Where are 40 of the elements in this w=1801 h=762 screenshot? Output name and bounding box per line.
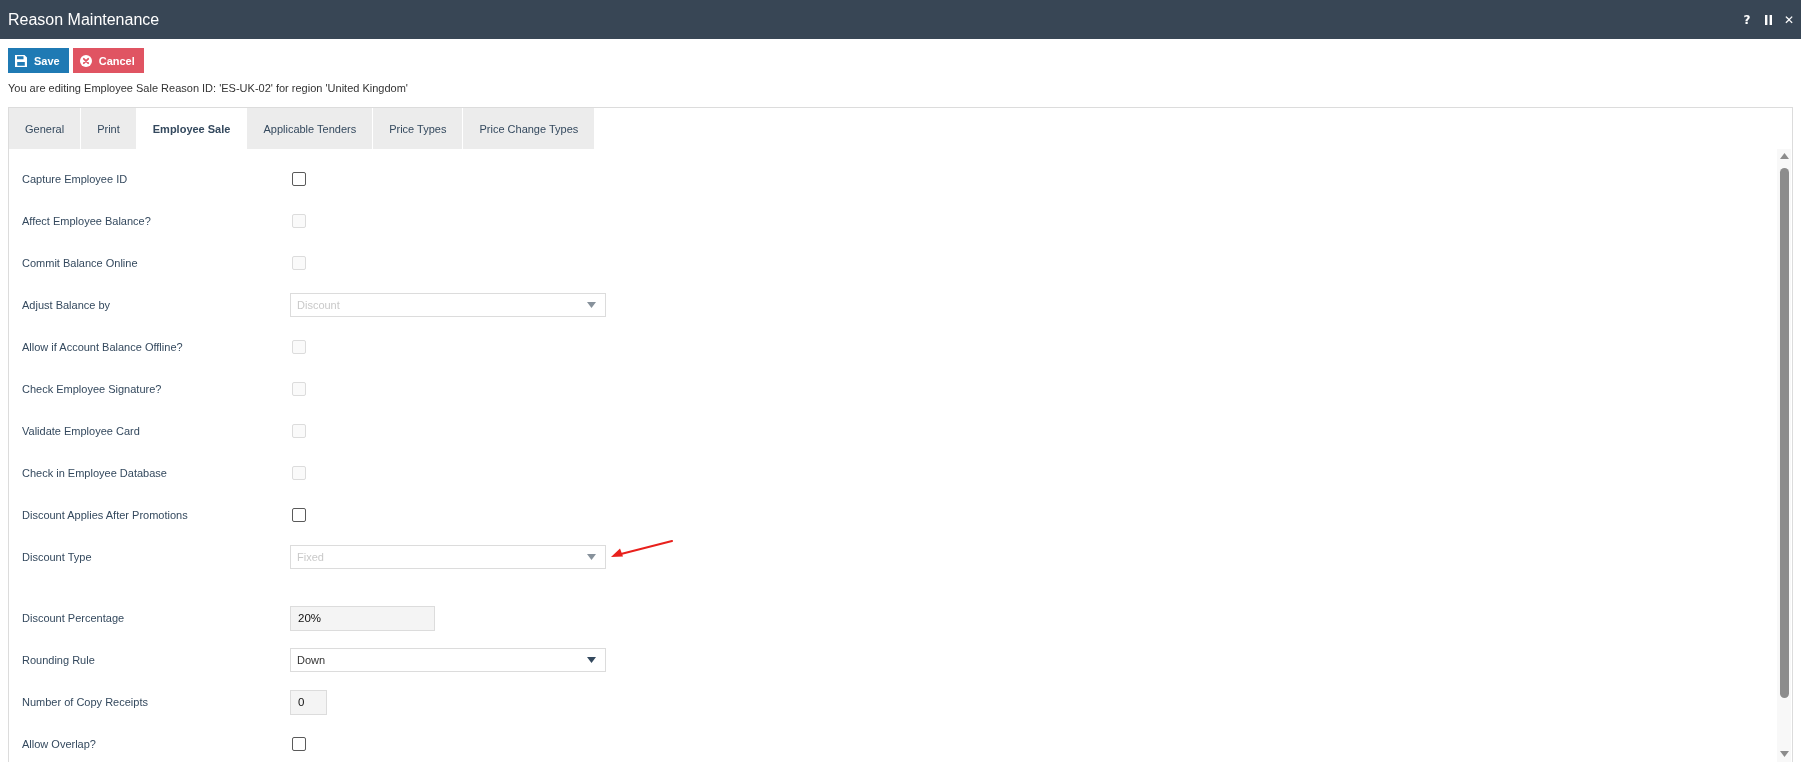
close-button[interactable]: ✕ <box>1783 12 1795 27</box>
editing-info-text: You are editing Employee Sale Reason ID: 'ES-UK-02' for region 'United Kingdom' <box>8 81 409 95</box>
save-button[interactable]: Save <box>8 48 69 73</box>
tab[interactable]: Applicable Tenders <box>247 108 373 149</box>
cancel-button[interactable]: Cancel <box>72 48 144 73</box>
field-label: Capture Employee ID <box>22 173 129 185</box>
checkbox[interactable] <box>292 737 306 751</box>
tab[interactable]: Price Change Types <box>463 108 595 149</box>
checkbox[interactable] <box>292 172 306 186</box>
dropdown[interactable]: Down <box>290 648 606 672</box>
field-label: Validate Employee Card <box>22 425 141 437</box>
tab[interactable]: Print <box>81 108 136 149</box>
number-field[interactable]: 0 <box>290 689 327 715</box>
field-label: Check Employee Signature? <box>22 383 163 395</box>
field-label: Discount Percentage <box>22 612 126 624</box>
caret-icon <box>587 554 596 560</box>
caret-icon <box>587 657 596 663</box>
caret-icon <box>587 302 596 308</box>
field-label: Rounding Rule <box>22 654 96 666</box>
field-label: Check in Employee Database <box>22 467 168 479</box>
pause-button[interactable] <box>1762 12 1774 27</box>
window-title: Reason Maintenance <box>8 10 161 29</box>
field-label: Discount Type <box>22 551 93 563</box>
scroll-up-icon[interactable] <box>1779 153 1789 159</box>
checkbox[interactable] <box>292 508 306 522</box>
field-label: Affect Employee Balance? <box>22 215 152 227</box>
tab[interactable]: Price Types <box>373 108 463 149</box>
scroll-down-icon[interactable] <box>1779 751 1789 757</box>
x-circle-icon <box>79 54 92 67</box>
field-label: Allow if Account Balance Offline? <box>22 341 184 353</box>
help-button[interactable]: ? <box>1741 12 1753 27</box>
scrollbar-thumb[interactable] <box>1779 168 1789 698</box>
field-label: Adjust Balance by <box>22 299 112 311</box>
field-label: Number of Copy Receipts <box>22 696 149 708</box>
pause-icon <box>1764 14 1772 25</box>
field-label: Discount Applies After Promotions <box>22 509 189 521</box>
text-field[interactable]: 20% <box>290 605 435 631</box>
tab[interactable]: General <box>9 108 81 149</box>
field-label: Commit Balance Online <box>22 257 139 269</box>
field-label: Allow Overlap? <box>22 738 97 750</box>
